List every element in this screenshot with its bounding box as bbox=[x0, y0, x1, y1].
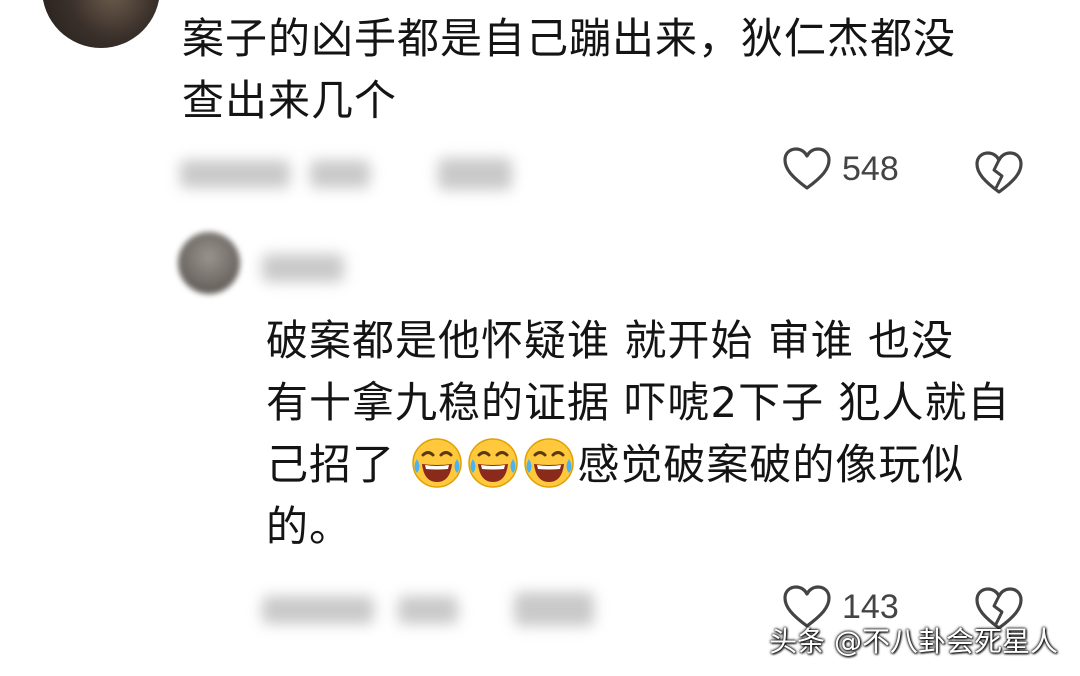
reply-avatar[interactable] bbox=[178, 232, 240, 294]
comment-location-blurred bbox=[310, 160, 370, 188]
reply-location-blurred bbox=[398, 596, 458, 624]
comment-line: 查出来几个 bbox=[182, 76, 398, 125]
comment-line: 案子的凶手都是自己蹦出来，狄仁杰都没 bbox=[182, 14, 957, 63]
heart-outline-icon bbox=[783, 147, 831, 190]
reply-username-blurred[interactable] bbox=[262, 254, 344, 282]
reply-line: 破案都是他怀疑谁 就开始 审谁 也没 bbox=[266, 316, 955, 365]
laughing-crying-emoji bbox=[468, 438, 519, 488]
reply-line: 的。 bbox=[266, 502, 353, 551]
reply-line: 有十拿九稳的证据 吓唬2下子 犯人就自 bbox=[266, 378, 1011, 427]
like-button[interactable]: 548 bbox=[782, 146, 899, 192]
laughing-crying-emoji bbox=[524, 438, 575, 488]
like-count: 548 bbox=[842, 149, 899, 188]
reply-button-blurred[interactable] bbox=[438, 158, 512, 190]
reply-line: 己招了 感觉破案破的像玩似 bbox=[266, 434, 1026, 496]
comment-time-blurred bbox=[180, 160, 290, 188]
broken-heart-icon[interactable] bbox=[974, 150, 1024, 196]
commenter-avatar[interactable] bbox=[42, 0, 160, 48]
comment-text: 案子的凶手都是自己蹦出来，狄仁杰都没 查出来几个 bbox=[182, 8, 1042, 132]
reply-reply-button-blurred[interactable] bbox=[514, 592, 594, 626]
laughing-crying-emoji bbox=[412, 438, 463, 488]
reply-text: 破案都是他怀疑谁 就开始 审谁 也没 有十拿九稳的证据 吓唬2下子 犯人就自 己… bbox=[266, 310, 1026, 558]
watermark: 头条 @不八卦会死星人 bbox=[769, 625, 1058, 658]
reply-time-blurred bbox=[262, 596, 374, 624]
